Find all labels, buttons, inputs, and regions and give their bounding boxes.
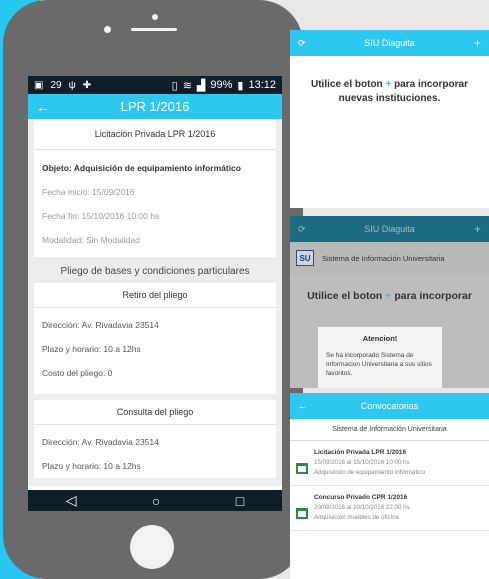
app-bar: ← LPR 1/2016 bbox=[28, 94, 282, 119]
battery-level: 99% bbox=[210, 79, 233, 91]
institution-row[interactable]: SU Sistema de Información Universitaria bbox=[290, 242, 489, 274]
dialog-body: Se ha incorporado Sistema de Informacion… bbox=[326, 352, 432, 377]
plus-icon: + bbox=[385, 79, 392, 90]
panel-app-bar: ⟳ SIU Diaguita + bbox=[290, 30, 489, 56]
list-item-title: Licitación Privada LPR 1/2016 bbox=[314, 449, 407, 456]
objeto-text: Objeto: Adquisición de equipamiento info… bbox=[42, 163, 241, 173]
calendar-icon bbox=[296, 508, 308, 519]
institution-header: Sistema de Información Universitaria bbox=[290, 419, 489, 441]
empty-message: Utilice el boton + para incorporar nueva… bbox=[311, 79, 468, 104]
calendar-icon bbox=[296, 463, 308, 474]
list-item-dates: 20/09/2016 al 20/10/2016 22:00 hs bbox=[314, 504, 410, 511]
modalidad-text: Modalidad: Sin Modalidad bbox=[42, 235, 140, 245]
phone-frame: ▣ 29 ψ ✚ ▯ ≋ ▟ 99% ▮ 13:12 ← LPR 1/2016 … bbox=[3, 0, 303, 579]
page-title: LPR 1/2016 bbox=[120, 99, 190, 114]
pliego-title: Pliego de bases y condiciones particular… bbox=[60, 266, 250, 277]
screenshot-panel-empty: ⟳ SIU Diaguita + Utilice el boton + para… bbox=[290, 30, 489, 208]
siu-logo-icon: SU bbox=[296, 250, 314, 266]
home-button[interactable] bbox=[130, 525, 174, 569]
wifi-icon: ≋ bbox=[182, 79, 192, 92]
consulta-direccion: Dirección: Av. Rivadavia 23514 bbox=[34, 425, 276, 454]
status-time: 13:12 bbox=[248, 79, 276, 91]
list-item-desc: Adquisición de equipamiento informático bbox=[314, 469, 426, 476]
screenshot-panel-dialog: ⟳ SIU Diaguita + SU Sistema de Informaci… bbox=[290, 216, 489, 388]
list-item[interactable]: Licitación Privada LPR 1/2016 15/09/2016… bbox=[290, 441, 489, 486]
list-item-title: Concurso Privado CPR 1/2016 bbox=[314, 494, 408, 501]
panel-title: Convocatorias bbox=[360, 401, 419, 411]
status-bar: ▣ 29 ψ ✚ ▯ ≋ ▟ 99% ▮ 13:12 bbox=[28, 76, 282, 94]
fecha-fin-text: Fecha fin: 15/10/2016 10:00 hs bbox=[42, 211, 160, 221]
nav-bar: ◁ ○ □ bbox=[28, 490, 282, 511]
alert-dialog[interactable]: Atencion! Se ha incorporado Sistema de I… bbox=[318, 327, 442, 388]
battery-icon: ▮ bbox=[237, 79, 244, 92]
plus-icon: + bbox=[385, 290, 392, 302]
consulta-plazo: Plazo y horario: 10 a 12hs bbox=[34, 454, 276, 478]
institution-name: Sistema de Información Universitaria bbox=[322, 253, 445, 263]
camera-icon bbox=[152, 14, 158, 20]
usb-icon: ψ bbox=[68, 79, 76, 91]
list-item[interactable]: Concurso Privado CPR 1/2016 20/09/2016 a… bbox=[290, 486, 489, 531]
instruction-message: Utilice el boton + para incorporar bbox=[307, 290, 472, 302]
signal-icon: ▟ bbox=[196, 79, 206, 92]
home-circle-icon[interactable]: ○ bbox=[152, 493, 160, 509]
notification-icon: ▣ bbox=[34, 79, 44, 91]
panel-title: SIU Diaguita bbox=[364, 38, 415, 48]
detail-content[interactable]: Licitación Privada LPR 1/2016 Objeto: Ad… bbox=[28, 119, 282, 486]
retiro-title: Retiro del pliego bbox=[34, 283, 276, 308]
back-triangle-icon[interactable]: ◁ bbox=[66, 492, 77, 509]
retiro-direccion: Dirección: Av. Rivadavia 23514 bbox=[34, 308, 276, 337]
panel-title: SIU Diaguita bbox=[364, 224, 415, 234]
vibrate-icon: ▯ bbox=[171, 79, 178, 92]
panel-app-bar: ⟳ SIU Diaguita + bbox=[290, 216, 489, 242]
dialog-title: Atencion! bbox=[362, 334, 398, 343]
retiro-costo: Costo del pliego: 0 bbox=[34, 361, 276, 394]
panel-app-bar: ← Convocatorias bbox=[290, 393, 489, 419]
sensor-icon bbox=[104, 26, 111, 33]
list-item-dates: 15/09/2016 al 15/10/2016 10:00 hs bbox=[314, 459, 410, 466]
retiro-plazo: Plazo y horario: 10 a 12hs bbox=[34, 337, 276, 361]
speaker-icon bbox=[131, 28, 177, 31]
summary-card: Licitación Privada LPR 1/2016 Objeto: Ad… bbox=[34, 119, 276, 257]
fecha-inicio-text: Fecha inicio: 15/09/2016 bbox=[42, 187, 135, 197]
list-item-desc: Adquisicion muebles de oficina bbox=[314, 514, 399, 521]
phone-screen: ▣ 29 ψ ✚ ▯ ≋ ▟ 99% ▮ 13:12 ← LPR 1/2016 … bbox=[28, 76, 282, 511]
consulta-title: Consulta del pliego bbox=[34, 400, 276, 425]
notification-icon: ✚ bbox=[82, 79, 92, 91]
card-header: Licitación Privada LPR 1/2016 bbox=[34, 119, 276, 150]
screenshot-panel-list: ← Convocatorias Sistema de Información U… bbox=[290, 393, 489, 579]
recents-square-icon[interactable]: □ bbox=[236, 493, 244, 509]
notification-icon: 29 bbox=[50, 79, 62, 91]
